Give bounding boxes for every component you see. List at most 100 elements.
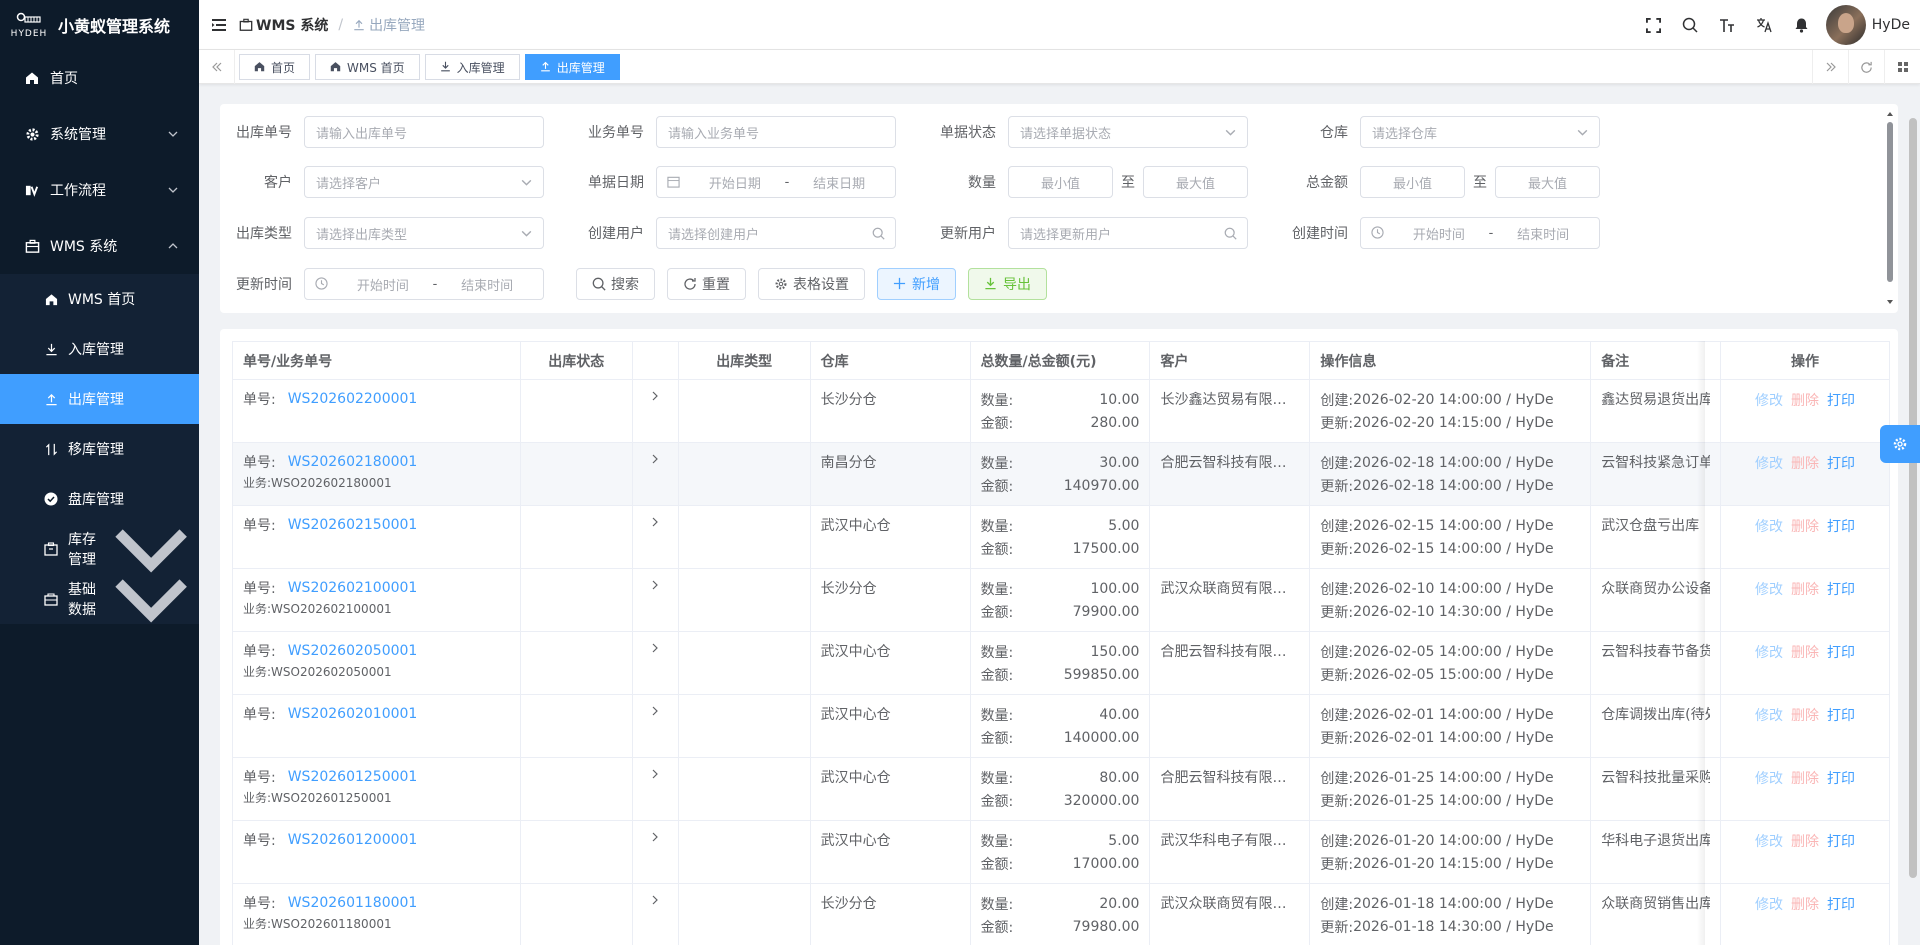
username[interactable]: HyDe [1872, 17, 1910, 33]
delete-button[interactable]: 删除 [1791, 642, 1819, 662]
print-button[interactable]: 打印 [1827, 831, 1855, 851]
edit-button[interactable]: 修改 [1755, 705, 1783, 725]
delete-button[interactable]: 删除 [1791, 390, 1819, 410]
doc-no-link[interactable]: WS202602180001 [288, 454, 418, 470]
print-button[interactable]: 打印 [1827, 390, 1855, 410]
table-row[interactable]: 单号: WS202602050001 业务:WSO202602050001 武汉中心仓… [233, 632, 1890, 695]
end-time[interactable]: 结束时间 [1497, 224, 1589, 243]
tab-menu-button[interactable] [1884, 50, 1920, 84]
amount-min-input[interactable]: 最小值 [1360, 166, 1465, 198]
theme-settings-button[interactable] [1880, 425, 1920, 463]
search-button[interactable]: 搜索 [576, 268, 655, 300]
warehouse-select[interactable]: 请选择仓库 [1360, 116, 1600, 148]
logo-area[interactable]: HYDEH 小黄蚁管理系统 [0, 0, 199, 50]
delete-button[interactable]: 删除 [1791, 894, 1819, 914]
end-time[interactable]: 结束时间 [441, 275, 533, 294]
edit-button[interactable]: 修改 [1755, 579, 1783, 599]
print-button[interactable]: 打印 [1827, 894, 1855, 914]
column-header[interactable]: 出库类型 [678, 342, 811, 380]
avatar[interactable] [1825, 5, 1866, 45]
biz-no-input[interactable]: 请输入业务单号 [656, 116, 896, 148]
column-header[interactable]: 仓库 [810, 342, 971, 380]
table-row[interactable]: 单号: WS202602180001 业务:WSO202602180001 南昌分仓 数… [233, 443, 1890, 506]
sidebar-item-basic-data[interactable]: 基础数据 [0, 574, 199, 624]
delete-button[interactable]: 删除 [1791, 705, 1819, 725]
end-date[interactable]: 结束日期 [793, 173, 885, 192]
doc-no-link[interactable]: WS202601200001 [288, 832, 418, 848]
update-user-select[interactable]: 请选择更新用户 [1008, 217, 1248, 249]
edit-button[interactable]: 修改 [1755, 894, 1783, 914]
doc-no-link[interactable]: WS202602010001 [288, 706, 418, 722]
sidebar-item-wms-home[interactable]: WMS 首页 [0, 274, 199, 324]
cell-expand[interactable] [632, 884, 679, 945]
chevron-right-icon[interactable] [649, 579, 661, 591]
column-header[interactable]: 客户 [1150, 342, 1311, 380]
tag-home[interactable]: 首页 [239, 54, 311, 80]
font-size-button[interactable] [1709, 0, 1746, 50]
doc-no-link[interactable]: WS202601180001 [288, 895, 418, 911]
refresh-tab-button[interactable] [1848, 50, 1884, 84]
chevron-right-icon[interactable] [649, 453, 661, 465]
delete-button[interactable]: 删除 [1791, 516, 1819, 536]
table-row[interactable]: 单号: WS202602150001 武汉中心仓 数量: 5.00 金额: 17500.00… [233, 506, 1890, 569]
menu-toggle-button[interactable] [199, 0, 239, 50]
table-row[interactable]: 单号: WS202601180001 业务:WSO202601180001 长沙分仓 数… [233, 884, 1890, 945]
edit-button[interactable]: 修改 [1755, 516, 1783, 536]
start-date[interactable]: 开始日期 [689, 173, 781, 192]
sidebar-item-inbound[interactable]: 入库管理 [0, 324, 199, 374]
delete-button[interactable]: 删除 [1791, 453, 1819, 473]
chevron-right-icon[interactable] [649, 768, 661, 780]
cell-expand[interactable] [632, 569, 679, 632]
edit-button[interactable]: 修改 [1755, 642, 1783, 662]
column-header[interactable]: 出库状态 [520, 342, 633, 380]
tags-scroll-right-button[interactable] [1812, 50, 1848, 84]
start-time[interactable]: 开始时间 [1393, 224, 1485, 243]
doc-no-link[interactable]: WS202602050001 [288, 643, 418, 659]
create-user-select[interactable]: 请选择创建用户 [656, 217, 896, 249]
quantity-max-input[interactable]: 最大值 [1143, 166, 1248, 198]
table-row[interactable]: 单号: WS202602200001 长沙分仓 数量: 10.00 金额: 280.00 长沙… [233, 380, 1890, 443]
tag-outbound[interactable]: 出库管理 [524, 54, 620, 80]
out-no-input[interactable]: 请输入出库单号 [304, 116, 544, 148]
create-time-range[interactable]: 开始时间 - 结束时间 [1360, 217, 1600, 249]
quantity-min-input[interactable]: 最小值 [1008, 166, 1113, 198]
doc-no-link[interactable]: WS202602150001 [288, 517, 418, 533]
table-row[interactable]: 单号: WS202601250001 业务:WSO202601250001 武汉中心仓… [233, 758, 1890, 821]
chevron-right-icon[interactable] [649, 642, 661, 654]
export-button[interactable]: 导出 [968, 268, 1047, 300]
sidebar-item-home[interactable]: 首页 [0, 50, 199, 106]
start-time[interactable]: 开始时间 [337, 275, 429, 294]
sidebar-item-transfer[interactable]: 移库管理 [0, 424, 199, 474]
notifications-button[interactable] [1783, 0, 1820, 50]
delete-button[interactable]: 删除 [1791, 579, 1819, 599]
edit-button[interactable]: 修改 [1755, 831, 1783, 851]
tags-scroll-left-button[interactable] [199, 50, 235, 84]
chevron-right-icon[interactable] [649, 894, 661, 906]
customer-select[interactable]: 请选择客户 [304, 166, 544, 198]
print-button[interactable]: 打印 [1827, 516, 1855, 536]
sidebar-item-workflow[interactable]: 工作流程 [0, 162, 199, 218]
cell-expand[interactable] [632, 443, 679, 506]
sidebar-item-system[interactable]: 系统管理 [0, 106, 199, 162]
cell-expand[interactable] [632, 758, 679, 821]
column-header[interactable]: 操作信息 [1310, 342, 1592, 380]
out-type-select[interactable]: 请选择出库类型 [304, 217, 544, 249]
fullscreen-button[interactable] [1635, 0, 1672, 50]
sidebar-item-outbound[interactable]: 出库管理 [0, 374, 199, 424]
cell-expand[interactable] [632, 821, 679, 884]
tag-inbound[interactable]: 入库管理 [424, 54, 520, 80]
doc-no-link[interactable]: WS202601250001 [288, 769, 418, 785]
edit-button[interactable]: 修改 [1755, 768, 1783, 788]
cell-expand[interactable] [632, 506, 679, 569]
chevron-right-icon[interactable] [649, 831, 661, 843]
table-settings-button[interactable]: 表格设置 [758, 268, 865, 300]
print-button[interactable]: 打印 [1827, 579, 1855, 599]
table-row[interactable]: 单号: WS202602010001 武汉中心仓 数量: 40.00 金额: 140000.… [233, 695, 1890, 758]
search-form-scrollbar[interactable] [1886, 110, 1894, 306]
column-header[interactable]: 备注 [1591, 342, 1722, 380]
scrollbar-thumb[interactable] [1887, 122, 1893, 282]
tag-wms-home[interactable]: WMS 首页 [315, 54, 420, 80]
search-button[interactable] [1672, 0, 1709, 50]
language-button[interactable] [1746, 0, 1783, 50]
cell-expand[interactable] [632, 380, 679, 443]
